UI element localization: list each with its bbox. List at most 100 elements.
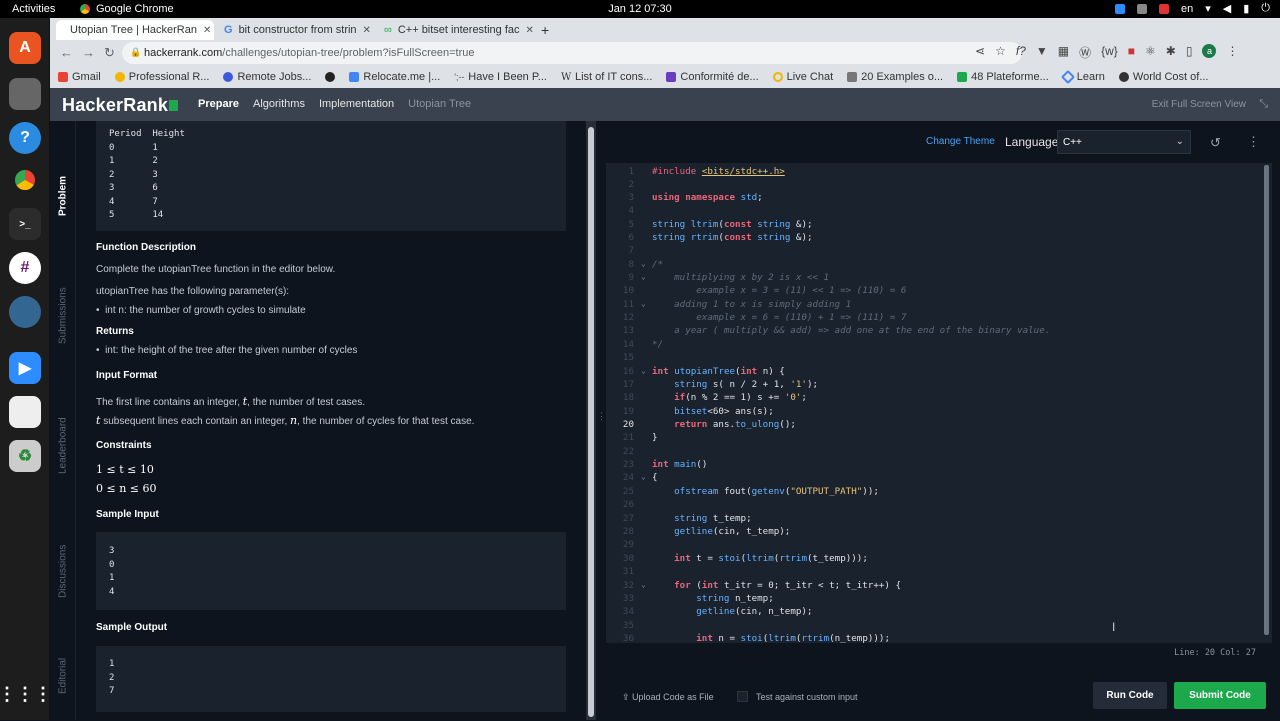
pane-splitter[interactable]: ⋮ bbox=[596, 121, 606, 720]
star-icon[interactable]: ☆ bbox=[995, 44, 1006, 61]
tab-bitset-facts[interactable]: ∞ C++ bitset interesting fac ✕ bbox=[376, 20, 534, 40]
tab-leaderboard[interactable]: Leaderboard bbox=[50, 381, 76, 511]
app-menu[interactable]: Google Chrome bbox=[80, 3, 174, 15]
bookmark-item[interactable]: Live Chat bbox=[772, 71, 833, 83]
bookmark-item[interactable]: Learn bbox=[1060, 69, 1105, 85]
exit-fullscreen-link[interactable]: Exit Full Screen View bbox=[1152, 99, 1246, 110]
tab-discussions[interactable]: Discussions bbox=[50, 506, 76, 636]
tab-label: Utopian Tree | HackerRan bbox=[70, 24, 197, 36]
postgres-icon[interactable] bbox=[9, 296, 41, 328]
collapse-icon[interactable]: ⤡ bbox=[1259, 98, 1268, 111]
upload-code-link[interactable]: ⇪ Upload Code as File bbox=[622, 692, 714, 703]
tab-editorial[interactable]: Editorial bbox=[50, 631, 76, 721]
reload-icon[interactable]: ↻ bbox=[104, 45, 115, 61]
code-line: 7 bbox=[628, 245, 634, 256]
record-tray-icon[interactable] bbox=[1158, 3, 1169, 14]
code-editor[interactable]: 1 #include <bits/stdc++.h> 2 3 using names… bbox=[606, 163, 1260, 643]
url-path: /challenges/utopian-tree/problem?isFullS… bbox=[222, 47, 475, 59]
tab-bit-constructor[interactable]: Gbit constructor from strin ✕ bbox=[216, 20, 374, 40]
crumb-implementation[interactable]: Implementation bbox=[319, 98, 394, 110]
trash-icon[interactable]: ♻ bbox=[9, 440, 41, 472]
wordpress-ext-icon[interactable]: Ⓦ bbox=[1079, 44, 1091, 61]
tab-utopian-tree[interactable]: Utopian Tree | HackerRan ✕ bbox=[56, 20, 214, 40]
crumb-prepare[interactable]: Prepare bbox=[198, 98, 239, 110]
code-scrollbar[interactable] bbox=[1260, 163, 1272, 643]
red-ext-icon[interactable]: ■ bbox=[1128, 44, 1135, 61]
show-apps-icon[interactable]: ⋮⋮⋮ bbox=[0, 678, 52, 710]
code-line: 35 bbox=[622, 620, 634, 631]
puzzle-icon[interactable]: ✱ bbox=[1166, 44, 1176, 61]
help-icon[interactable]: ? bbox=[9, 122, 41, 154]
code-line: 4 bbox=[628, 205, 634, 216]
bookmark-item[interactable]: 20 Examples o... bbox=[847, 71, 943, 83]
close-icon[interactable]: ✕ bbox=[363, 25, 371, 36]
formula-ext-icon[interactable]: f? bbox=[1016, 44, 1026, 61]
back-icon[interactable]: ← bbox=[60, 45, 73, 60]
grid-ext-icon[interactable]: ▦ bbox=[1058, 44, 1069, 61]
bookmark-item[interactable] bbox=[325, 72, 336, 82]
chrome-dock-icon[interactable] bbox=[9, 164, 41, 196]
tab-submissions[interactable]: Submissions bbox=[50, 251, 76, 381]
custom-input-checkbox[interactable] bbox=[737, 691, 748, 702]
browser-chrome: Utopian Tree | HackerRan ✕ Gbit construct… bbox=[50, 18, 1280, 88]
submit-code-button[interactable]: Submit Code bbox=[1174, 682, 1266, 709]
zoom-icon[interactable]: ▶ bbox=[9, 352, 41, 384]
filter-ext-icon[interactable]: ▼ bbox=[1036, 44, 1048, 61]
profile-avatar[interactable]: a bbox=[1202, 44, 1217, 58]
table-row: 0 1 bbox=[109, 142, 158, 153]
crumb-algorithms[interactable]: Algorithms bbox=[253, 98, 305, 110]
volume-icon[interactable]: ◀ bbox=[1223, 2, 1231, 15]
new-tab-button[interactable]: + bbox=[536, 20, 558, 40]
bracket-ext-icon[interactable]: {w} bbox=[1101, 44, 1118, 61]
run-code-button[interactable]: Run Code bbox=[1093, 682, 1167, 709]
zoom-tray-icon[interactable] bbox=[1114, 3, 1125, 14]
scrollbar-thumb[interactable] bbox=[1264, 165, 1269, 635]
terminal-icon[interactable]: >_ bbox=[9, 208, 41, 240]
custom-input-label[interactable]: Test against custom input bbox=[756, 692, 858, 702]
meet-tray-icon[interactable] bbox=[1136, 3, 1147, 14]
menu-icon[interactable]: ⋮ bbox=[1226, 44, 1238, 61]
problem-scrollbar[interactable] bbox=[586, 121, 596, 720]
more-options-icon[interactable]: ⋮ bbox=[1247, 134, 1260, 150]
bookmark-item[interactable]: ';-- Have I Been P... bbox=[454, 71, 547, 83]
history-icon[interactable]: ↺ bbox=[1210, 135, 1221, 151]
slack-icon[interactable]: # bbox=[9, 252, 41, 284]
input-text: , the number of test cases. bbox=[247, 397, 366, 408]
tab-problem[interactable]: Problem bbox=[50, 141, 76, 251]
constraint-2: 0 ≤ n ≤ 60 bbox=[96, 482, 157, 495]
power-icon[interactable]: ⏻ bbox=[1261, 2, 1270, 15]
address-bar[interactable]: 🔒 hackerrank.com/challenges/utopian-tree… bbox=[122, 42, 1022, 64]
bookmark-item[interactable]: World Cost of... bbox=[1118, 71, 1209, 83]
scrollbar-thumb[interactable] bbox=[588, 127, 594, 717]
wifi-icon[interactable]: ▾ bbox=[1205, 2, 1211, 15]
close-icon[interactable]: ✕ bbox=[526, 25, 534, 36]
language-select[interactable]: C++ ⌄ bbox=[1057, 130, 1191, 154]
code-line: 28 getline(cin, t_temp); bbox=[622, 526, 791, 537]
office-icon[interactable] bbox=[9, 396, 41, 428]
bookmark-item[interactable]: Remote Jobs... bbox=[223, 71, 311, 83]
clock[interactable]: Jan 12 07:30 bbox=[0, 3, 1280, 15]
forward-icon[interactable]: → bbox=[82, 45, 95, 60]
change-theme-link[interactable]: Change Theme bbox=[926, 136, 995, 147]
code-line: 26 bbox=[622, 499, 634, 510]
bookmark-item[interactable]: Relocate.me |... bbox=[349, 71, 440, 83]
software-center-icon[interactable]: A bbox=[9, 32, 41, 64]
bookmark-item[interactable]: 48 Plateforme... bbox=[957, 71, 1049, 83]
system-tray[interactable]: en ▾ ◀ ▮ ⏻ bbox=[1114, 2, 1270, 15]
keyboard-lang[interactable]: en bbox=[1181, 3, 1193, 15]
code-line: 11 ⌄ adding 1 to x is simply adding 1 bbox=[622, 299, 852, 310]
close-icon[interactable]: ✕ bbox=[203, 25, 211, 36]
hackerrank-logo[interactable]: HackerRank bbox=[62, 95, 179, 116]
react-ext-icon[interactable]: ⚛ bbox=[1145, 44, 1156, 61]
share-icon[interactable]: ⋖ bbox=[975, 44, 985, 61]
activities-button[interactable]: Activities bbox=[12, 3, 55, 15]
bookmark-item[interactable]: Professional R... bbox=[114, 71, 209, 83]
bookmark-icon bbox=[114, 72, 125, 82]
bookmark-item[interactable]: W List of IT cons... bbox=[561, 71, 652, 83]
bookmark-icon bbox=[957, 72, 968, 82]
battery-icon[interactable]: ▮ bbox=[1243, 2, 1249, 15]
bookmark-item[interactable]: Gmail bbox=[58, 71, 101, 83]
bookmark-item[interactable]: Conformité de... bbox=[666, 71, 759, 83]
sidepanel-icon[interactable]: ▯ bbox=[1186, 44, 1193, 61]
files-icon[interactable] bbox=[9, 78, 41, 110]
